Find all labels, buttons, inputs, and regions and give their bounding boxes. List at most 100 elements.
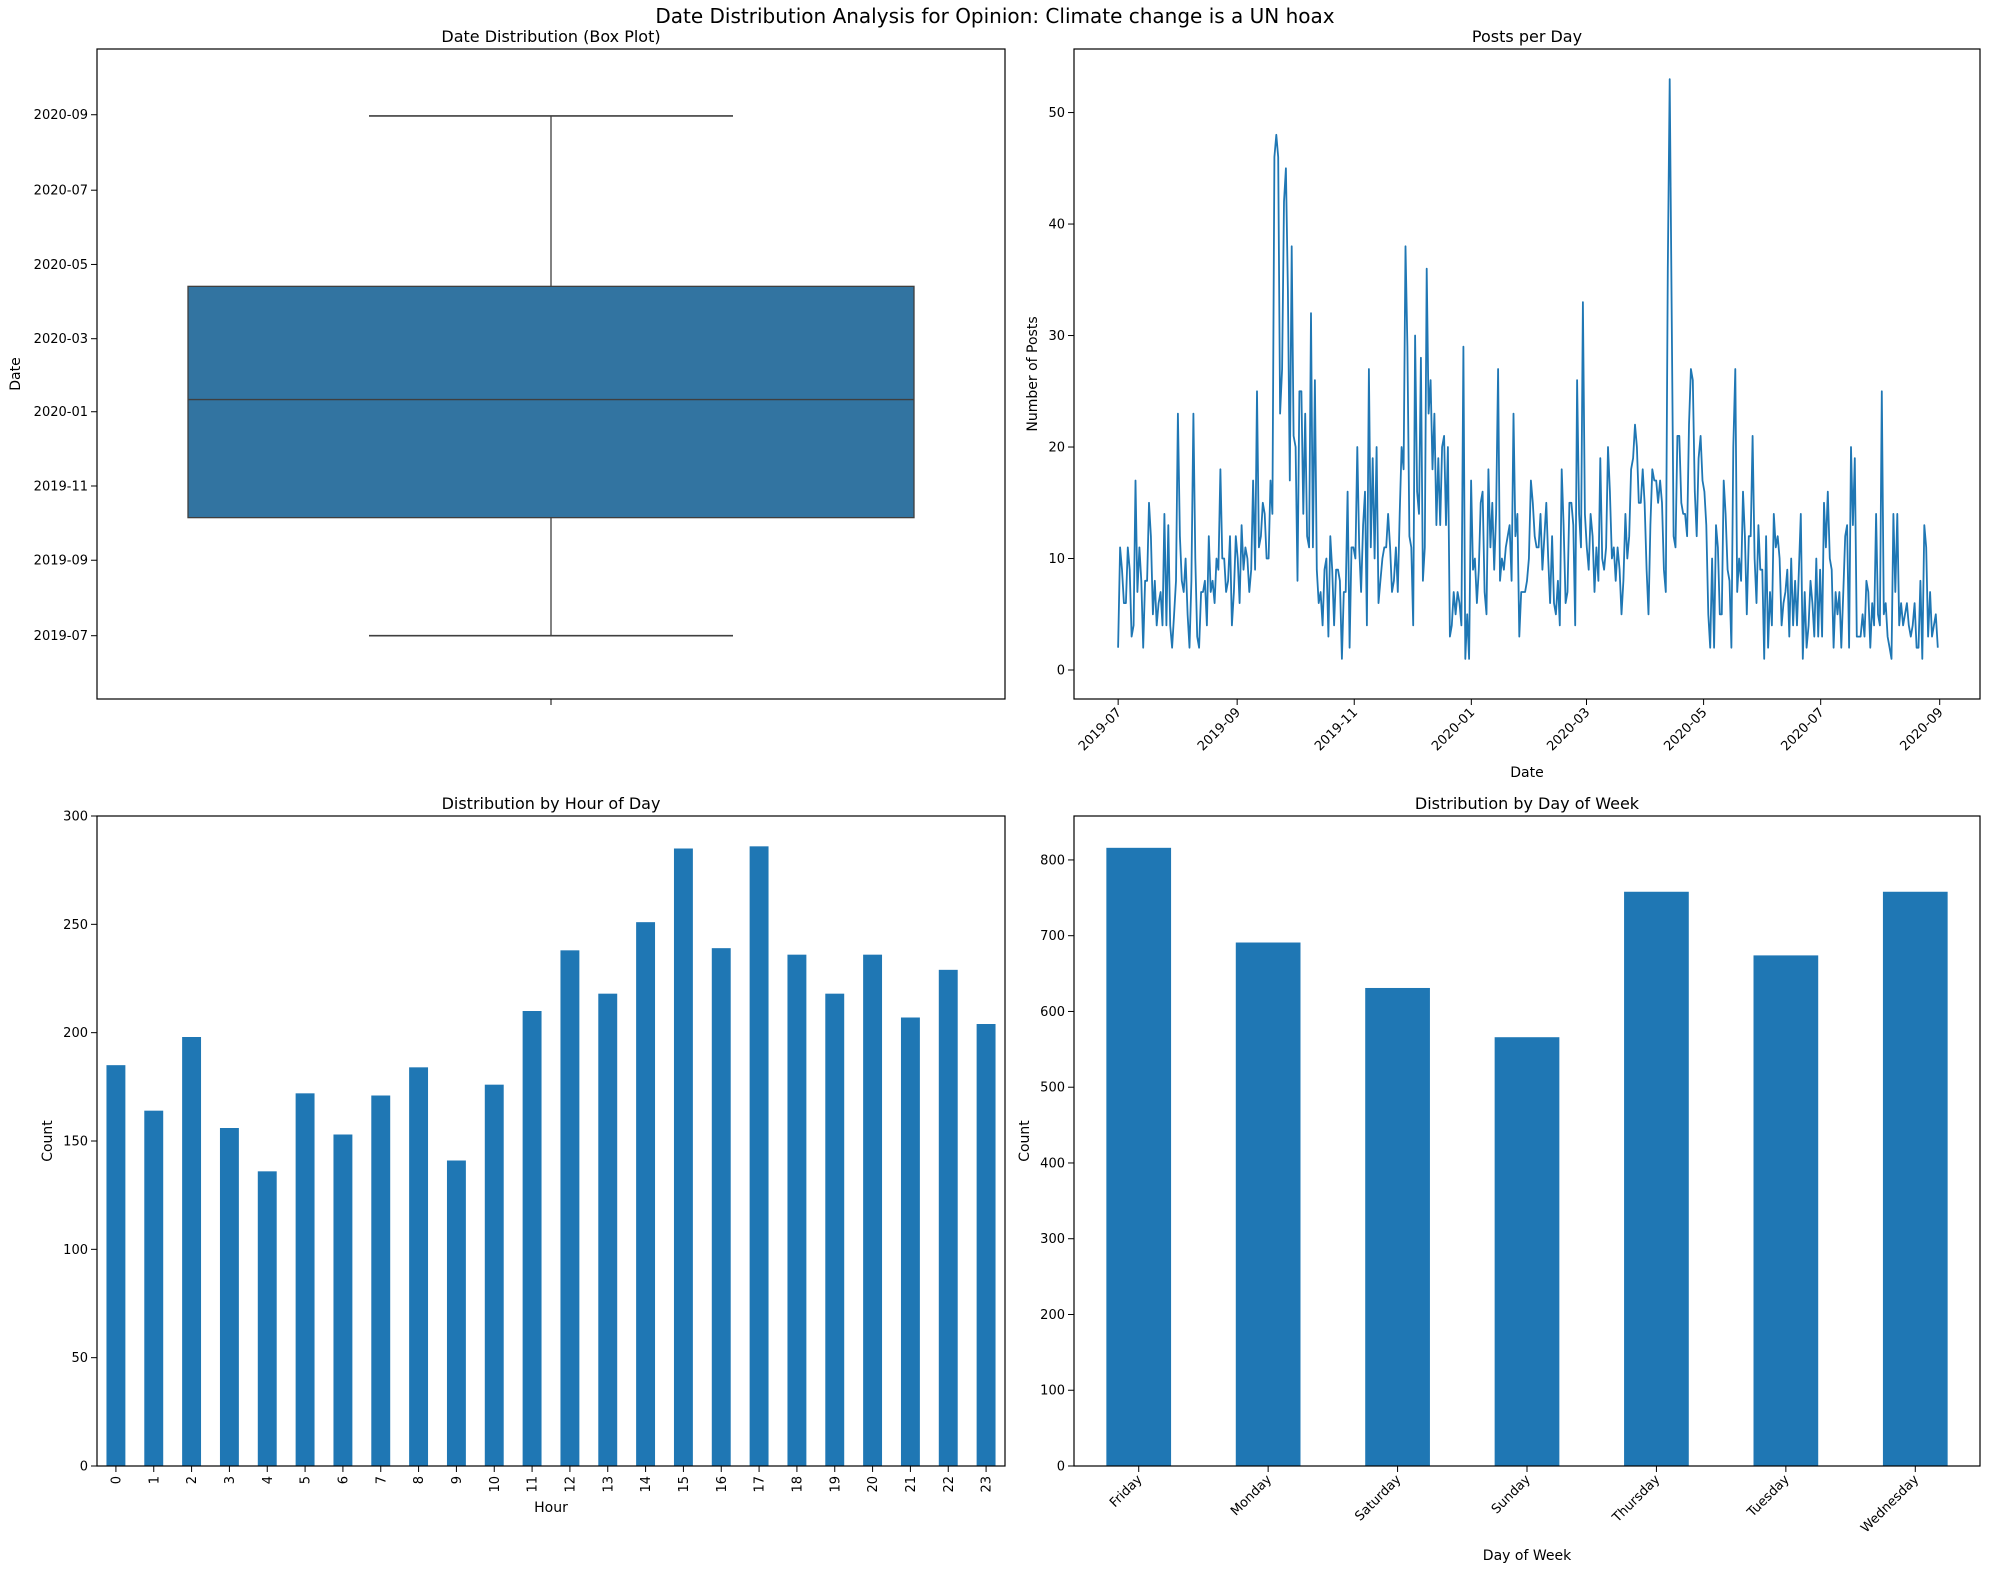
hour-of-day-bar [371,1095,391,1466]
posts-per-day-x-tick-label: 2020-05 [1661,705,1710,754]
day-of-week-y-tick-label: 300 [1040,1232,1065,1247]
hour-of-day-x-tick-label: 12 [563,1476,578,1493]
hour-of-day-x-tick-label: 23 [980,1476,995,1493]
day-of-week-title: Distribution by Day of Week [1415,794,1640,813]
day-of-week-bar [1494,1037,1560,1466]
hour-of-day-x-tick-label: 2 [185,1476,200,1484]
hour-of-day-x-tick-label: 6 [336,1476,351,1484]
posts-per-day-y-tick-label: 30 [1048,329,1065,344]
hour-of-day-y-tick-label: 300 [63,810,88,825]
posts-per-day-ylabel: Number of Posts [1025,316,1041,431]
day-of-week-y-tick-label: 600 [1040,1005,1065,1020]
hour-of-day-bar [598,993,618,1466]
posts-per-day-title: Posts per Day [1472,27,1582,46]
hour-of-day-bar [787,954,807,1466]
hour-of-day-bars [106,846,996,1466]
posts-per-day-x-ticks: 2019-07 2019-09 2019-11 2020-01 2020-03 2020-… [1076,699,1947,754]
hour-of-day-x-tick-label: 3 [223,1476,238,1484]
day-of-week-x-tick-label: Monday [1228,1472,1275,1519]
boxplot-y-tick-label: 2019-11 [34,479,88,494]
posts-per-day-x-tick-label: 2020-09 [1897,705,1946,754]
hour-of-day-x-tick-label: 16 [715,1476,730,1493]
hour-of-day-bar [219,1128,239,1466]
hour-of-day-y-ticks: 0 50 100 150 200 250 300 [63,810,97,1475]
hour-of-day-bar [749,846,769,1466]
figure-canvas: Date Distribution (Box Plot) Date 2019-0… [8,27,1981,1564]
day-of-week-bars [1106,847,1948,1466]
day-of-week-y-tick-label: 500 [1040,1081,1065,1096]
hour-of-day-x-tick-label: 19 [828,1476,843,1493]
day-of-week-bar [1235,942,1301,1466]
day-of-week-x-tick-label: Sunday [1489,1472,1534,1517]
posts-per-day-x-tick-label: 2019-07 [1076,705,1125,754]
boxplot-y-ticks: 2019-07 2019-09 2019-11 2020-01 2020-03 2020-… [34,108,97,644]
hour-of-day-x-tick-label: 22 [942,1476,957,1493]
day-of-week-x-tick-label: Friday [1107,1472,1146,1511]
posts-per-day-y-tick-label: 10 [1048,552,1065,567]
hour-of-day-y-tick-label: 150 [63,1135,88,1150]
posts-per-day-y-tick-label: 20 [1048,441,1065,456]
posts-per-day-x-tick-label: 2020-01 [1429,705,1478,754]
hour-of-day-x-tick-label: 18 [790,1476,805,1493]
hour-of-day-x-tick-label: 9 [450,1476,465,1484]
hour-of-day-bar [106,1065,126,1466]
day-of-week-ylabel: Count [1017,1120,1033,1162]
hour-of-day-xlabel: Hour [534,1500,568,1516]
posts-per-day-xlabel: Date [1510,765,1543,781]
day-of-week-xlabel: Day of Week [1483,1548,1572,1564]
hour-of-day-x-tick-label: 13 [601,1476,616,1493]
posts-per-day-line [1117,78,1939,660]
day-of-week-y-tick-label: 200 [1040,1308,1065,1323]
posts-per-day-x-tick-label: 2019-11 [1312,705,1361,754]
day-of-week-y-tick-label: 100 [1040,1384,1065,1399]
day-of-week-y-tick-label: 0 [1057,1460,1065,1475]
hour-of-day-x-tick-label: 11 [526,1476,541,1493]
boxplot-marks [187,115,915,637]
hour-of-day-bar [976,1024,996,1466]
hour-of-day-x-tick-label: 0 [109,1476,124,1484]
day-of-week-bar [1753,955,1819,1466]
hour-of-day-bar [295,1093,315,1466]
posts-per-day-panel: Posts per Day Date Number of Posts 0 10 20… [1025,27,1981,781]
posts-per-day-y-tick-label: 40 [1048,218,1065,233]
hour-of-day-bar [144,1110,164,1466]
hour-of-day-bar [182,1037,202,1466]
posts-per-day-marks [1117,78,1939,660]
hour-of-day-x-tick-label: 15 [677,1476,692,1493]
hour-of-day-panel: Distribution by Hour of Day Hour Count 0… [40,794,1006,1516]
hour-of-day-bar [825,993,845,1466]
hour-of-day-title: Distribution by Hour of Day [442,794,661,813]
hour-of-day-bar [522,1011,542,1466]
hour-of-day-bar [257,1171,277,1466]
hour-of-day-x-tick-label: 7 [374,1476,389,1484]
posts-per-day-x-tick-label: 2020-07 [1778,705,1827,754]
hour-of-day-bar [863,954,883,1466]
hour-of-day-bar [636,922,656,1466]
hour-of-day-x-tick-label: 1 [147,1476,162,1484]
hour-of-day-x-tick-label: 20 [866,1476,881,1493]
hour-of-day-y-tick-label: 200 [63,1026,88,1041]
boxplot-panel: Date Distribution (Box Plot) Date 2019-0… [8,27,1006,705]
boxplot-ylabel: Date [8,357,24,390]
hour-of-day-x-tick-label: 10 [488,1476,503,1493]
posts-per-day-x-tick-label: 2020-03 [1544,705,1593,754]
day-of-week-x-tick-label: Saturday [1352,1472,1404,1524]
hour-of-day-ylabel: Count [40,1120,56,1162]
day-of-week-panel: Distribution by Day of Week Day of Week … [1017,794,1981,1564]
hour-of-day-y-tick-label: 50 [71,1351,88,1366]
day-of-week-bar [1365,987,1430,1466]
hour-of-day-bar [673,848,693,1466]
day-of-week-x-tick-label: Tuesday [1744,1472,1793,1521]
hour-of-day-x-tick-label: 4 [261,1476,276,1484]
hour-of-day-bar [333,1134,353,1466]
hour-of-day-x-tick-label: 5 [299,1476,314,1484]
day-of-week-y-tick-label: 800 [1040,853,1065,868]
boxplot-box [187,285,915,519]
hour-of-day-x-tick-label: 21 [904,1476,919,1493]
boxplot-y-tick-label: 2020-05 [34,258,88,273]
boxplot-y-tick-label: 2019-07 [34,629,88,644]
day-of-week-bar [1624,891,1689,1466]
hour-of-day-bar [446,1160,466,1466]
hour-of-day-y-tick-label: 100 [63,1243,88,1258]
hour-of-day-x-tick-label: 17 [753,1476,768,1493]
